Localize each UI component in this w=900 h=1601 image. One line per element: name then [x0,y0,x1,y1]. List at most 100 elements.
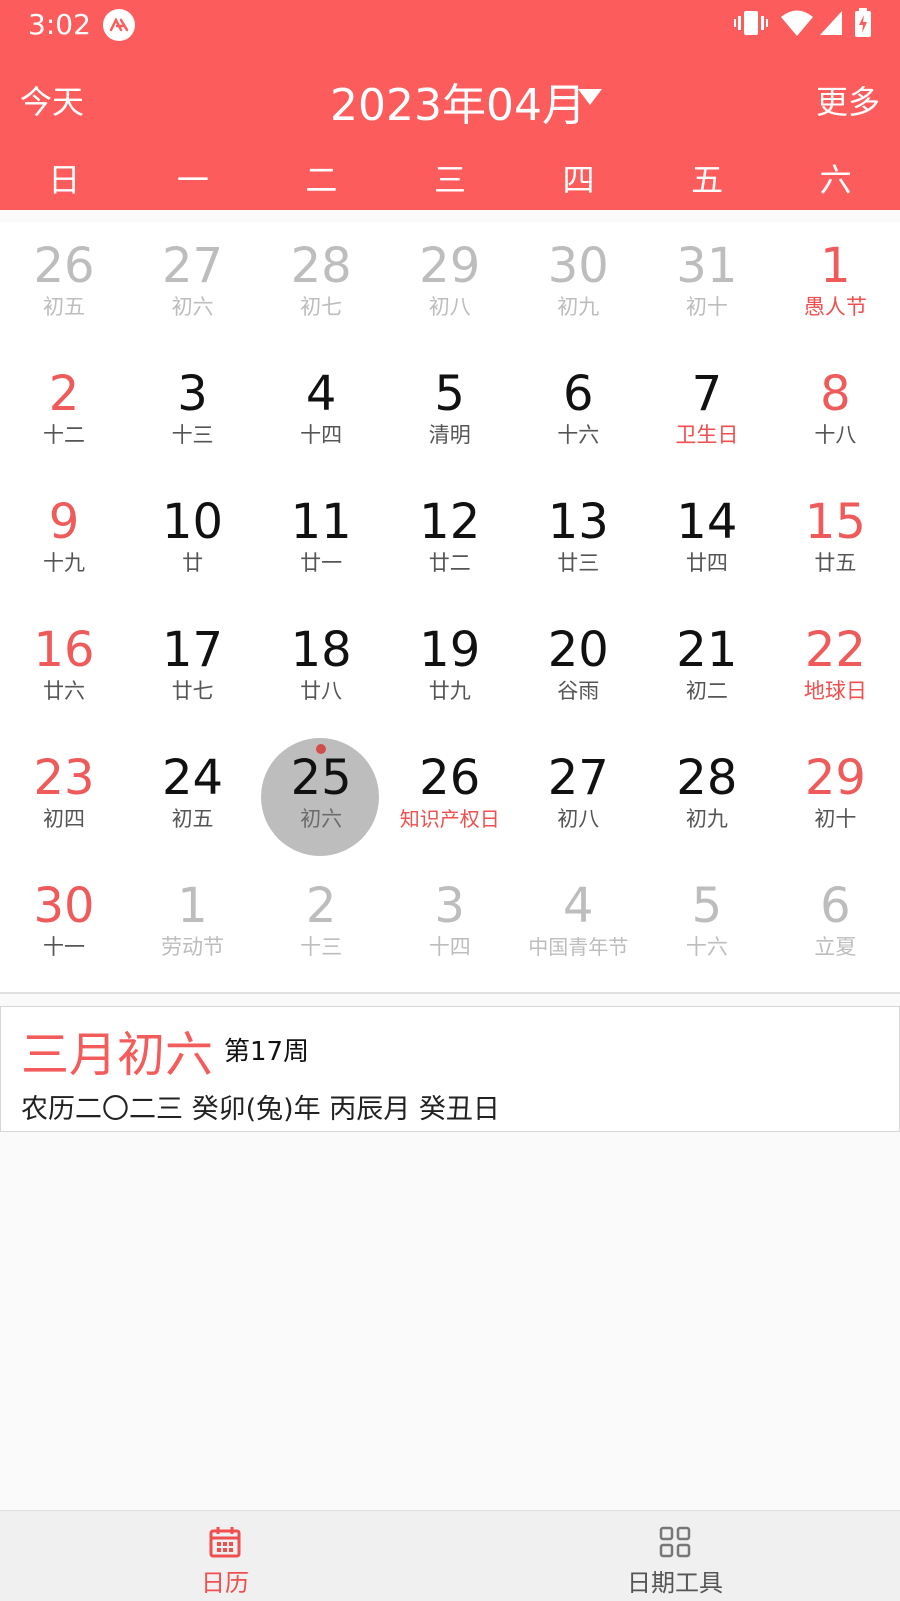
tab-date-tools[interactable]: 日期工具 [450,1511,900,1601]
calendar-day[interactable]: 3 十四 [386,862,514,990]
calendar-day[interactable]: 29 初八 [386,222,514,350]
day-number: 13 [547,494,609,550]
month-selector[interactable]: 2023年04月 [330,69,586,133]
weekday-label: 六 [819,161,852,199]
lunar-label: 十六 [557,423,600,447]
lunar-label: 谷雨 [557,679,600,703]
day-number: 3 [177,366,208,422]
bottom-nav: 日历 日期工具 [0,1510,900,1601]
calendar-day[interactable]: 8 十八 [771,350,899,478]
calendar-day[interactable]: 18 廿八 [257,606,385,734]
calendar-day[interactable]: 19 廿九 [386,606,514,734]
day-number: 25 [290,750,352,806]
calendar-day[interactable]: 2 十三 [257,862,385,990]
calendar-day[interactable]: 23 初四 [0,734,128,862]
calendar-day[interactable]: 17 廿七 [129,606,257,734]
day-number: 27 [547,750,609,806]
calendar-day[interactable]: 10 廿 [129,478,257,606]
calendar-day[interactable]: 15 廿五 [771,478,899,606]
day-number: 17 [162,622,224,678]
lunar-label: 劳动节 [161,935,225,959]
calendar-day[interactable]: 12 廿二 [386,478,514,606]
calendar-day[interactable]: 30 初九 [514,222,642,350]
calendar-day[interactable]: 7 卫生日 [643,350,771,478]
day-number: 30 [33,878,95,934]
tab-date-tools-label: 日期工具 [627,1569,723,1597]
day-number: 21 [676,622,738,678]
lunar-label: 廿三 [557,551,600,575]
calendar-day[interactable]: 5 清明 [386,350,514,478]
lunar-label: 廿二 [428,551,471,575]
calendar-day[interactable]: 30 十一 [0,862,128,990]
day-number: 18 [290,622,352,678]
calendar-day[interactable]: 28 初九 [643,734,771,862]
calendar-day[interactable]: 2 十二 [0,350,128,478]
lunar-label: 初六 [171,295,214,319]
calendar-day[interactable]: 1 劳动节 [129,862,257,990]
calendar-day[interactable]: 21 初二 [643,606,771,734]
more-button[interactable]: 更多 [816,77,880,123]
lunar-label: 卫生日 [675,423,739,447]
divider [0,992,900,994]
lunar-label: 地球日 [803,679,867,703]
calendar-day[interactable]: 14 廿四 [643,478,771,606]
day-number: 6 [820,878,851,934]
calendar-day[interactable]: 1 愚人节 [771,222,899,350]
grid-icon [658,1525,692,1563]
day-number: 2 [305,878,337,934]
calendar-day[interactable]: 26 知识产权日 [386,734,514,862]
calendar-day[interactable]: 22 地球日 [771,606,899,734]
calendar-day[interactable]: 26 初五 [0,222,128,350]
day-number: 28 [290,238,352,294]
day-number: 20 [547,622,609,678]
lunar-label: 初六 [300,807,343,831]
lunar-label: 廿五 [814,551,857,575]
lunar-label: 中国青年节 [528,935,629,959]
day-number: 23 [33,750,95,806]
calendar-day[interactable]: 31 初十 [643,222,771,350]
day-number: 28 [676,750,738,806]
app-notification-icon [103,9,135,41]
calendar-day[interactable]: 20 谷雨 [514,606,642,734]
lunar-label: 十四 [300,423,343,447]
day-number: 5 [691,878,723,934]
calendar-day[interactable]: 11 廿一 [257,478,385,606]
calendar-day[interactable]: 27 初六 [129,222,257,350]
day-number: 12 [419,494,481,550]
calendar-day[interactable]: 3 十三 [129,350,257,478]
day-number: 10 [162,494,224,550]
tab-calendar[interactable]: 日历 [0,1511,450,1601]
today-button[interactable]: 今天 [20,77,84,123]
status-bar: 3:02 [0,0,900,50]
chevron-down-icon[interactable] [578,89,602,105]
lunar-label: 十三 [171,423,214,447]
calendar-day[interactable]: 5 十六 [643,862,771,990]
calendar-day[interactable]: 6 十六 [514,350,642,478]
day-number: 14 [676,494,738,550]
calendar-day[interactable]: 27 初八 [514,734,642,862]
calendar-day[interactable]: 4 十四 [257,350,385,478]
lunar-date: 三月初六 [21,1027,214,1083]
calendar-day[interactable]: 4 中国青年节 [514,862,642,990]
lunar-label: 初二 [685,679,728,703]
day-number: 2 [48,366,80,422]
calendar-day[interactable]: 9 十九 [0,478,128,606]
calendar-day[interactable]: 29 初十 [771,734,899,862]
lunar-label: 廿六 [43,679,85,703]
lunar-label: 初四 [43,807,85,831]
calendar-day[interactable]: 28 初七 [257,222,385,350]
weekday-label: 五 [691,161,724,199]
lunar-label: 十四 [428,935,471,959]
calendar-day-selected[interactable]: 25 初六 [257,734,385,862]
lunar-label: 知识产权日 [399,807,500,831]
day-number: 5 [434,366,465,422]
status-time: 3:02 [28,8,91,41]
calendar-day[interactable]: 24 初五 [129,734,257,862]
calendar-day[interactable]: 16 廿六 [0,606,128,734]
lunar-label: 十二 [43,423,85,447]
day-number: 15 [804,494,866,550]
weekday-header: 日 一 二 三 四 五 六 [0,155,900,205]
calendar-day[interactable]: 6 立夏 [771,862,899,990]
calendar-day[interactable]: 13 廿三 [514,478,642,606]
lunar-label: 初七 [300,295,343,319]
